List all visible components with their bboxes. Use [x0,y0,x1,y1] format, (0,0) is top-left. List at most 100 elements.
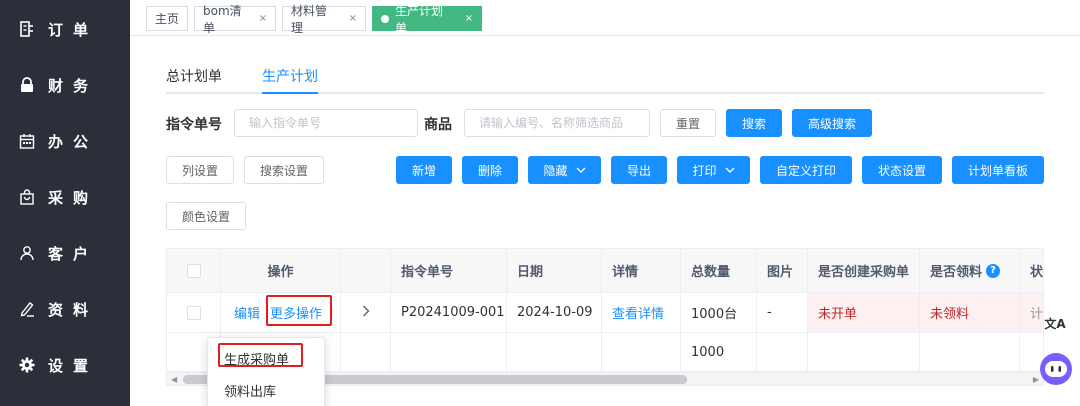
sidebar-item-finance[interactable]: 财务 [0,65,130,105]
sidebar-item-label: 采购 [48,188,99,207]
tab-home[interactable]: 主页 [146,6,188,31]
view-detail-link[interactable]: 查看详情 [602,293,681,333]
view-detail-label[interactable]: 查看详情 [612,303,664,322]
tab-label: bom清单 [203,3,242,35]
gear-icon [19,357,35,373]
shopping-bag-icon [19,189,35,205]
material-status-cell: 未领料 [920,293,1020,333]
sidebar-item-purchase[interactable]: 采购 [0,177,130,217]
summary-cell [391,333,507,371]
column-header: 图片 [757,249,808,293]
close-icon[interactable]: × [349,13,357,24]
subtab-active-indicator [262,92,318,94]
tab-label: 材料管理 [291,3,328,35]
tab-label: 主页 [155,12,180,26]
chevron-right-icon [362,305,370,321]
annotation-highlight [266,295,332,326]
annotation-highlight [218,343,303,367]
calendar-icon [19,133,35,149]
export-button[interactable]: 导出 [611,156,667,184]
sidebar: 订单 财务 办公 采购 客户 资料 设置 [0,0,130,406]
goods-input[interactable] [464,109,650,137]
image-cell: - [757,293,808,333]
column-header-expand [341,249,391,293]
status-cell: 计 [1020,293,1043,333]
sidebar-item-office[interactable]: 办公 [0,121,130,161]
lock-icon [19,77,35,93]
advanced-search-button[interactable]: 高级搜索 [792,109,872,137]
column-settings-button[interactable]: 列设置 [166,156,234,184]
checkbox[interactable] [186,305,201,320]
help-icon[interactable]: ? [986,263,1001,278]
purchase-status-cell: 未开单 [808,293,920,333]
tab-material-management[interactable]: 材料管理 × [282,4,366,35]
sidebar-item-customers[interactable]: 客户 [0,233,130,273]
sidebar-item-label: 财务 [48,76,99,95]
plan-board-button[interactable]: 计划单看板 [952,156,1044,184]
assistant-face-icon [1045,361,1067,377]
tab-bom-list[interactable]: bom清单 × [194,4,276,35]
edit-icon [19,301,35,317]
sidebar-item-orders[interactable]: 订单 [0,9,130,49]
row-select[interactable] [167,293,221,333]
sidebar-item-label: 设置 [48,356,99,375]
column-header: 操作 [221,249,341,293]
summary-cell [507,333,602,371]
color-settings-button[interactable]: 颜色设置 [166,202,246,230]
menu-item-material-outbound[interactable]: 领料出库 [208,374,326,406]
search-button[interactable]: 搜索 [726,109,782,137]
tab-label: 生产计划单 [394,3,443,35]
chevron-down-icon [576,165,586,176]
header-select-all[interactable] [167,249,221,293]
hide-label: 隐藏 [543,163,568,178]
column-header: 详情 [602,249,681,293]
tab-total-plan[interactable]: 总计划单 [166,66,222,86]
order-no-label: 指令单号 [166,117,222,133]
sidebar-item-label: 办公 [48,132,99,151]
scroll-right-icon[interactable]: ▶ [1033,375,1039,384]
column-header: 状 [1020,249,1043,293]
sidebar-item-label: 资料 [48,300,99,319]
active-dot-icon [381,14,389,23]
date-cell: 2024-10-09 [507,293,602,333]
column-header: 是否创建采购单 [808,249,920,293]
order-no-cell: P20241009-001 [391,293,507,333]
add-button[interactable]: 新增 [396,156,452,184]
scroll-left-icon[interactable]: ◀ [171,375,177,384]
close-icon[interactable]: × [259,13,267,24]
sidebar-item-settings[interactable]: 设置 [0,345,130,385]
order-no-input[interactable] [234,109,418,137]
column-header: 指令单号 [391,249,507,293]
user-icon [19,245,35,261]
checkbox[interactable] [186,263,201,278]
sidebar-item-label: 客户 [48,244,99,263]
order-icon [19,21,35,37]
quantity-cell: 1000台 [681,293,757,333]
delete-button[interactable]: 删除 [462,156,518,184]
summary-cell [920,333,1020,371]
summary-cell [757,333,808,371]
print-dropdown-button[interactable]: 打印 [677,156,750,184]
reset-button[interactable]: 重置 [660,109,716,137]
expand-row-button[interactable] [341,293,391,333]
status-settings-button[interactable]: 状态设置 [862,156,942,184]
column-header: 日期 [507,249,602,293]
edit-link[interactable]: 编辑 [234,303,260,322]
sidebar-item-data[interactable]: 资料 [0,289,130,329]
assistant-icon[interactable] [1040,353,1072,385]
close-icon[interactable]: × [465,13,473,24]
tab-production-plan-sub[interactable]: 生产计划 [262,66,318,86]
column-header-material: 是否领料 ? [920,249,1020,293]
tab-production-plan[interactable]: 生产计划单 × [372,4,482,35]
summary-quantity-cell: 1000 [681,333,757,371]
translate-icon[interactable]: 文A [1042,310,1068,336]
summary-cell [602,333,681,371]
summary-cell [808,333,920,371]
goods-label: 商品 [424,117,452,133]
hide-dropdown-button[interactable]: 隐藏 [528,156,601,184]
column-header: 总数量 [681,249,757,293]
print-label: 打印 [692,163,717,178]
search-settings-button[interactable]: 搜索设置 [244,156,324,184]
custom-print-button[interactable]: 自定义打印 [760,156,852,184]
summary-cell [341,333,391,371]
